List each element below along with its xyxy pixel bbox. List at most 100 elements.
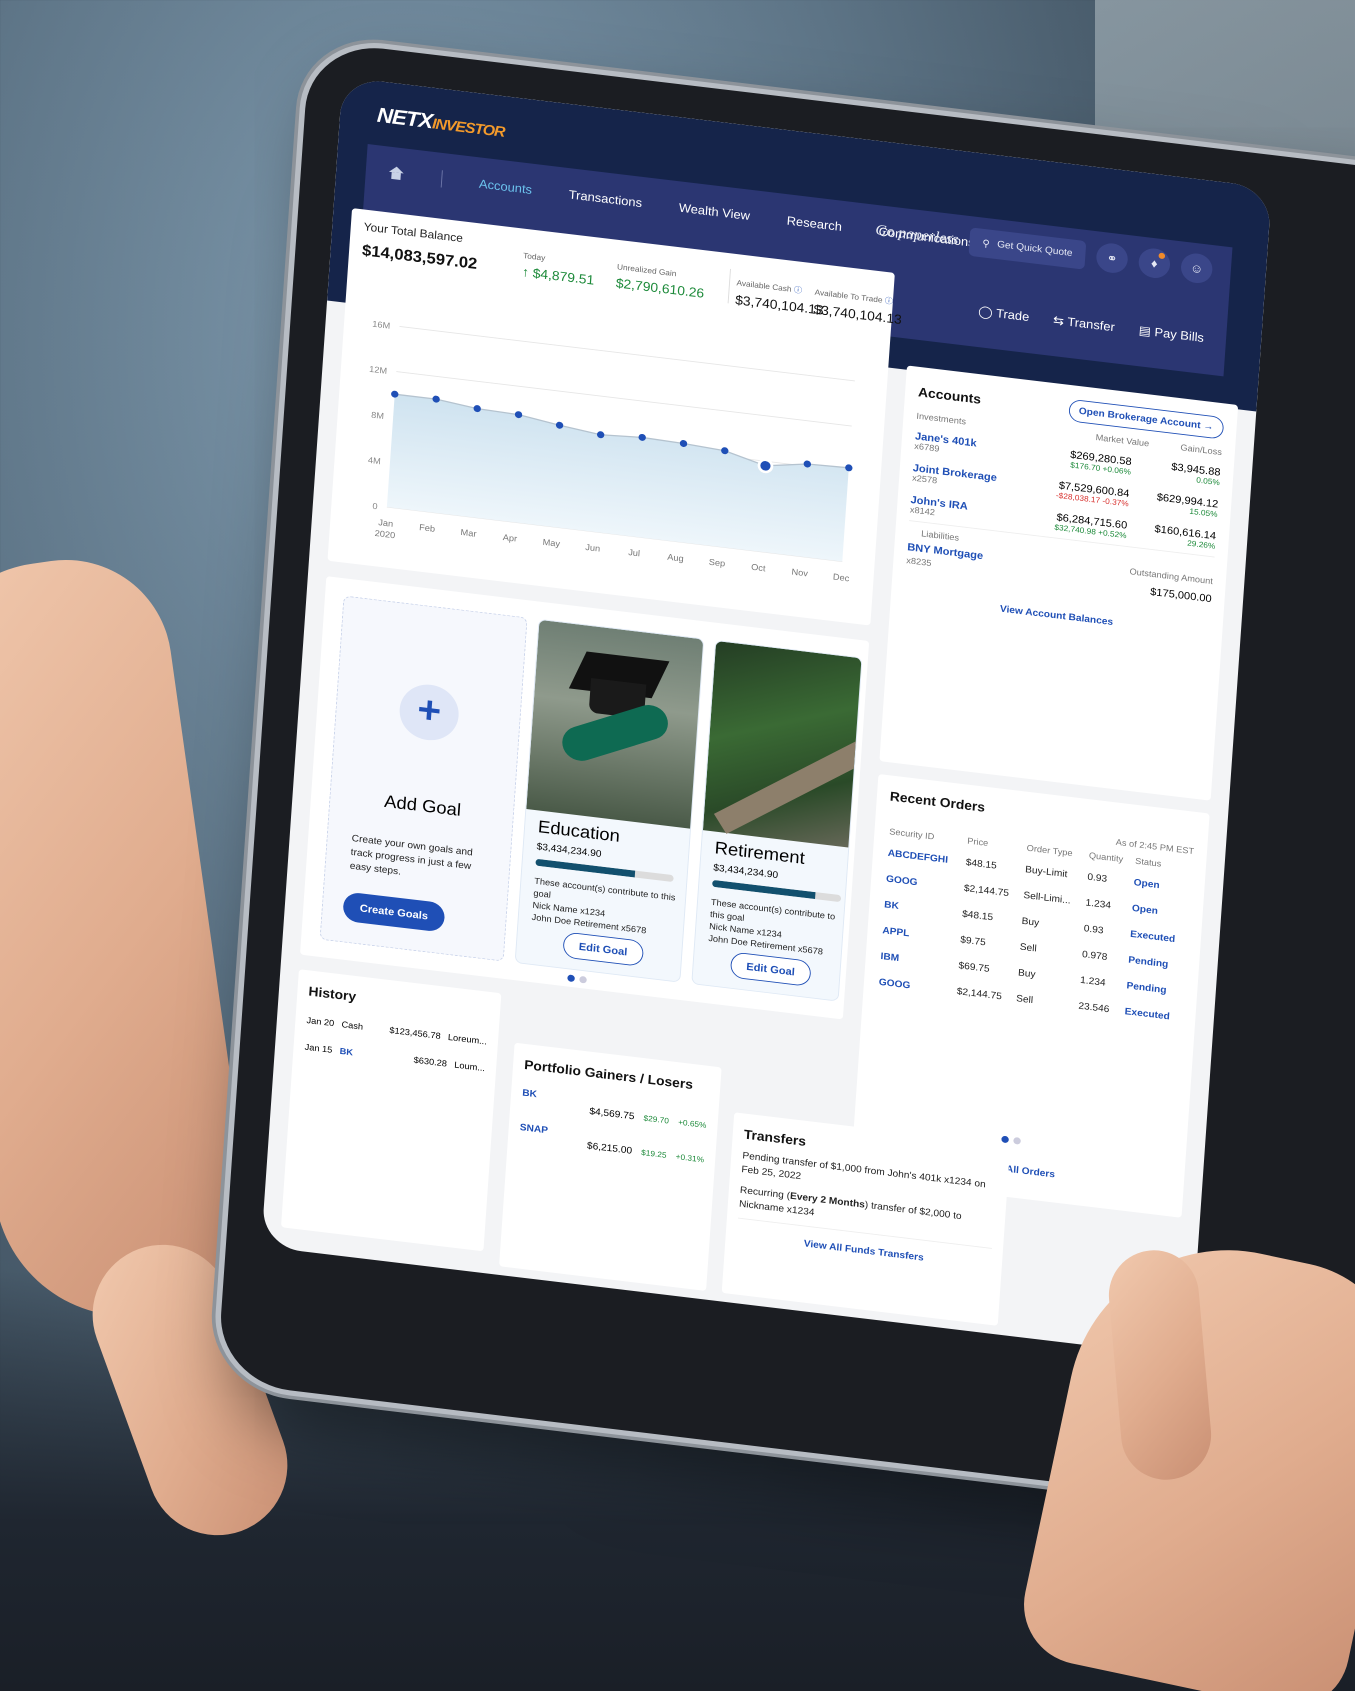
dollar-icon: ◯	[977, 303, 997, 320]
search-icon: ⚲	[981, 237, 991, 250]
today-value: $4,879.51	[532, 266, 595, 289]
goal-card-retirement[interactable]: Retirement $3,434,234.90 These account(s…	[691, 639, 863, 1002]
account-day-pct: -0.37%	[1102, 496, 1130, 509]
chart-y-tick: 16M	[372, 319, 391, 331]
chart-x-tick: Feb	[419, 522, 436, 534]
pay-bills-label: Pay Bills	[1154, 324, 1205, 345]
history-date: Jan 20	[306, 1016, 335, 1029]
chart-gridline	[399, 326, 855, 382]
add-goal-card[interactable]: + Add Goal Create your own goals and tra…	[319, 595, 528, 962]
support-headset-icon[interactable]: ⚭	[1095, 241, 1129, 275]
chart-x-tick: Dec	[833, 572, 851, 584]
goal-progress-fill	[711, 879, 816, 900]
chart-x-tick: Apr	[502, 532, 517, 543]
chart-x-tick: Jun	[585, 542, 601, 553]
add-goal-title: Add Goal	[383, 792, 462, 821]
nav-transactions[interactable]: Transactions	[568, 187, 642, 210]
gainer-change: $19.25	[640, 1147, 667, 1160]
bill-icon: ▤	[1138, 322, 1156, 339]
chart-area	[386, 394, 849, 562]
orders-table: Security ID Price Order Type Quantity Status…	[876, 824, 1193, 1032]
transfer-icon: ⇆	[1052, 312, 1068, 329]
carousel-dot-active[interactable]	[567, 974, 575, 983]
gainer-pct: +0.65%	[677, 1117, 707, 1130]
nav-accounts[interactable]: Accounts	[479, 176, 533, 196]
cash-label: Available Cash	[736, 278, 792, 294]
goal-amount: $3,434,234.90	[536, 841, 602, 860]
carousel-dot[interactable]	[579, 975, 587, 984]
quick-quote-placeholder: Get Quick Quote	[996, 239, 1073, 259]
open-brokerage-label: Open Brokerage Account	[1078, 405, 1201, 431]
liability-number: x8235	[906, 556, 932, 569]
chart-x-tick: May	[542, 537, 561, 549]
chart-x-tick: Aug	[667, 552, 684, 564]
left-hand	[0, 546, 262, 1334]
accounts-title: Accounts	[917, 384, 982, 407]
transfer-button[interactable]: ⇆ Transfer	[1053, 313, 1116, 335]
nav-wealth-view[interactable]: Wealth View	[678, 200, 750, 222]
nav-divider	[440, 170, 443, 188]
trade-available-label: Available To Trade	[814, 287, 883, 305]
edit-goal-button[interactable]: Edit Goal	[729, 951, 812, 987]
pay-bills-button[interactable]: ▤ Pay Bills	[1138, 323, 1204, 345]
chart-y-tick: 8M	[371, 410, 384, 421]
forest-bridge-photo	[702, 640, 863, 850]
chart-x-tick: Mar	[460, 527, 477, 539]
chart-y-tick: 4M	[368, 455, 381, 466]
history-amount: $630.28	[413, 1055, 448, 1070]
chart-x-tick: Nov	[791, 567, 809, 579]
stat-divider	[727, 268, 731, 304]
trade-label: Trade	[995, 305, 1030, 324]
orders-carousel-dots[interactable]	[1001, 1135, 1021, 1145]
carousel-dot-active[interactable]	[1001, 1135, 1010, 1144]
balance-chart: 0 4M 8M 12M 16M Jan 2020 Feb Mar Apr May Jun Jul Aug S…	[337, 304, 879, 625]
gainer-change: $29.70	[643, 1113, 670, 1126]
chart-x-tick-year: 2020	[374, 528, 395, 540]
goal-progress-fill	[535, 858, 636, 878]
history-description: Cash	[341, 1020, 364, 1033]
info-icon[interactable]: ⓘ	[794, 285, 803, 295]
goal-card-education[interactable]: Education $3,434,234.90 These account(s)…	[514, 618, 705, 983]
user-profile-icon[interactable]: ☺	[1180, 251, 1214, 285]
notification-bell-icon[interactable]: ♦	[1137, 246, 1172, 280]
goal-amount: $3,434,234.90	[712, 862, 779, 881]
create-goals-button[interactable]: Create Goals	[342, 891, 446, 933]
brand-logo[interactable]: NETXINVESTOR	[376, 104, 505, 143]
plus-icon[interactable]: +	[397, 681, 461, 744]
arrow-right-icon: →	[1202, 420, 1214, 433]
info-icon[interactable]: ⓘ	[885, 296, 894, 306]
chart-point[interactable]	[757, 458, 774, 474]
balance-chart-svg: 0 4M 8M 12M 16M Jan2020 Feb Mar Apr May Jun Jul Aug S…	[368, 319, 855, 584]
chart-x-tick: Oct	[751, 562, 766, 573]
edit-goal-button[interactable]: Edit Goal	[562, 931, 644, 967]
accounts-card: Accounts Open Brokerage Account → Invest…	[879, 365, 1239, 801]
gain-loss-header: Gain/Loss	[1180, 443, 1223, 458]
graduation-photo	[526, 619, 705, 829]
tablet-screen: NETXINVESTOR Accounts Transactions Wealt…	[261, 76, 1272, 1358]
history-note: Loreum...	[447, 1032, 488, 1048]
chart-x-tick: Jan	[378, 517, 394, 528]
order-quantity: 23.546	[1078, 1000, 1110, 1015]
quick-quote-search[interactable]: ⚲ Get Quick Quote	[968, 226, 1087, 270]
balance-card: Your Total Balance $14,083,597.02 Today …	[327, 208, 902, 626]
history-note: Loum...	[453, 1060, 486, 1074]
add-goal-description: Create your own goals and track progress…	[349, 833, 474, 878]
chart-y-tick: 0	[372, 501, 378, 511]
portfolio-gainers-card: Portfolio Gainers / Losers BK $4,569.75 …	[499, 1042, 722, 1291]
home-icon[interactable]	[387, 166, 405, 182]
chart-x-tick: Jul	[628, 547, 640, 558]
history-card: History Jan 20 Cash $123,456.78 Loreum..…	[280, 969, 502, 1252]
go-paperless-link[interactable]: Go paperless	[875, 221, 959, 248]
goals-section: + Add Goal Create your own goals and tra…	[300, 576, 870, 1020]
chart-y-tick: 12M	[369, 364, 388, 376]
total-balance: $14,083,597.02	[361, 241, 478, 273]
transfers-card: Transfers Pending transfer of $1,000 fro…	[721, 1112, 1011, 1326]
transfer-label: Transfer	[1066, 314, 1116, 334]
goals-carousel-dots[interactable]	[567, 974, 587, 984]
carousel-dot[interactable]	[1013, 1136, 1021, 1145]
suspension-bridge-image	[713, 733, 863, 834]
chart-x-tick: Sep	[708, 557, 725, 569]
trade-button[interactable]: ◯ Trade	[978, 304, 1030, 325]
nav-research[interactable]: Research	[786, 213, 842, 233]
history-amount: $123,456.78	[389, 1025, 441, 1042]
